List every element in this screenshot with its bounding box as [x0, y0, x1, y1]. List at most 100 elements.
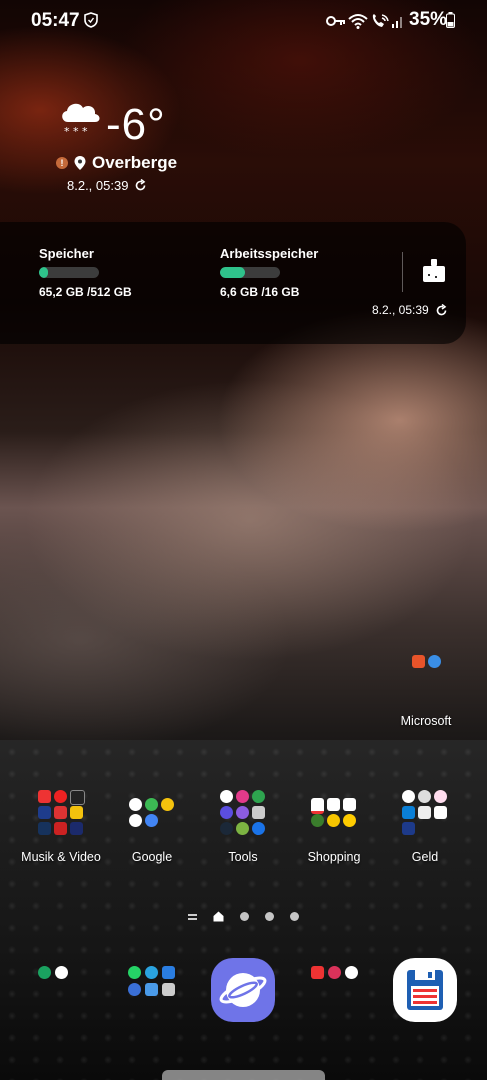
- info-icon: [236, 822, 249, 835]
- widget-updated: 8.2., 05:39: [372, 303, 448, 317]
- status-time: 05:47: [31, 10, 80, 31]
- onedrive-icon: [427, 654, 441, 668]
- widget-updated-text: 8.2., 05:39: [372, 303, 429, 317]
- snow-cloud-icon: * * *: [62, 103, 100, 138]
- folder-preview: [38, 790, 85, 836]
- drive-icon: [161, 798, 174, 811]
- youtube-icon: [38, 790, 51, 803]
- folder-musik-video[interactable]: Musik & Video: [16, 790, 106, 870]
- folder-preview: [402, 790, 448, 836]
- folder-label: Google: [131, 850, 173, 864]
- translate-icon: [145, 814, 158, 827]
- dkb-icon: [434, 806, 447, 819]
- folder-shopping[interactable]: Shopping: [289, 790, 379, 870]
- battery-icon: [446, 12, 455, 28]
- market-icon: [311, 814, 324, 827]
- page-dot[interactable]: [240, 912, 249, 921]
- folder-microsoft-preview: [411, 650, 441, 672]
- mail-icon: [162, 966, 175, 979]
- clean-brush-icon[interactable]: [420, 258, 448, 284]
- storage-bar: [39, 267, 99, 278]
- video-app-icon: [311, 966, 324, 979]
- shop-icon: [311, 798, 324, 814]
- refresh-icon[interactable]: [435, 303, 448, 317]
- folder-label: Geld: [411, 850, 439, 864]
- page-indicator[interactable]: [188, 911, 299, 922]
- temperature: -6°: [106, 100, 166, 149]
- disney-plus-icon: [70, 822, 83, 835]
- klarna-icon: [434, 790, 447, 803]
- phone-icon: [38, 966, 51, 979]
- svg-text:* * *: * * *: [64, 125, 88, 138]
- video-icon: [70, 790, 85, 805]
- ebay-icon: [327, 798, 340, 811]
- photos-app-icon: [345, 966, 358, 979]
- key-icon: [326, 16, 345, 26]
- folder-microsoft[interactable]: Microsoft: [381, 650, 471, 730]
- dock-folder-media[interactable]: [311, 966, 359, 980]
- media-icon: [54, 806, 67, 819]
- ram-bar-fill: [220, 267, 245, 278]
- photos-icon: [129, 814, 142, 827]
- gesture-handle[interactable]: [162, 1070, 325, 1080]
- folder-google[interactable]: Google: [107, 790, 197, 870]
- office-icon: [411, 654, 425, 668]
- ram-label: Arbeitsspeicher: [220, 246, 319, 261]
- location-pin-icon: [74, 156, 86, 170]
- amazon-icon: [343, 798, 356, 811]
- streaming-icon: [38, 822, 51, 835]
- folder-label: Microsoft: [400, 714, 452, 728]
- whatsapp-icon: [128, 966, 141, 979]
- google-icon: [129, 798, 142, 811]
- chat-icon: [128, 983, 141, 996]
- device-care-widget[interactable]: [0, 222, 466, 344]
- storage-bar-fill: [39, 267, 48, 278]
- storage-label: Speicher: [39, 246, 94, 261]
- home-page-icon[interactable]: [213, 911, 224, 922]
- file-icon: [252, 806, 265, 819]
- messages-icon: [145, 983, 158, 996]
- shield-icon: [84, 12, 98, 28]
- steam-icon: [220, 822, 233, 835]
- widget-divider: [402, 252, 403, 292]
- folder-geld[interactable]: Geld: [380, 790, 470, 870]
- refresh-icon[interactable]: [134, 179, 147, 192]
- battery-percentage: 35%: [409, 9, 448, 30]
- save-app-icon[interactable]: [393, 958, 457, 1022]
- ram-value: 6,6 GB /16 GB: [220, 285, 300, 299]
- wifi-icon: [348, 14, 368, 29]
- ram-bar: [220, 267, 280, 278]
- galaxy-store-icon: [236, 790, 249, 803]
- samsung-internet-icon[interactable]: [211, 958, 275, 1022]
- wifi-call-icon: [372, 14, 389, 27]
- bank-app-icon: [402, 790, 415, 803]
- storage-value: 65,2 GB /512 GB: [39, 285, 132, 299]
- maps-icon: [145, 798, 158, 811]
- telegram-icon: [145, 966, 158, 979]
- folder-tools[interactable]: Tools: [198, 790, 288, 870]
- prime-video-icon: [38, 806, 51, 819]
- dock-folder-phone[interactable]: [38, 966, 86, 980]
- folder-label: Shopping: [307, 850, 361, 864]
- folder-preview: [220, 790, 266, 836]
- signal-icon: [392, 17, 402, 28]
- post-icon: [343, 814, 356, 827]
- list-pages-icon[interactable]: [188, 913, 197, 920]
- youtube-music-icon: [54, 790, 67, 803]
- warning-badge-icon: !: [56, 157, 68, 169]
- dock-folder-messaging[interactable]: [128, 966, 176, 997]
- wallet-icon: [402, 822, 415, 835]
- play-store-icon: [220, 790, 233, 803]
- page-dot[interactable]: [290, 912, 299, 921]
- settings-app-icon: [220, 806, 233, 819]
- gallery-icon: [328, 966, 341, 979]
- finance-icon: [418, 790, 431, 803]
- tool-app-icon: [236, 806, 249, 819]
- folder-preview: [129, 790, 175, 836]
- location-row: ! Overberge: [56, 153, 177, 173]
- banking-icon: [418, 806, 431, 819]
- folder-label: Tools: [228, 850, 258, 864]
- weather-updated: 8.2., 05:39: [67, 178, 147, 193]
- drive-style-icon: [70, 806, 83, 819]
- page-dot[interactable]: [265, 912, 274, 921]
